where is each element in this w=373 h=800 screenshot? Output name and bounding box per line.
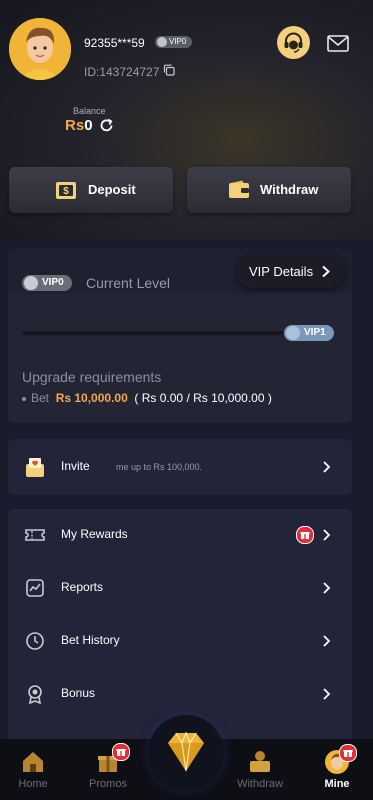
next-vip-badge: VIP1 [284,325,334,341]
chart-icon [26,579,44,597]
nav-promos[interactable]: Promos [80,739,136,800]
chevron-right-icon [323,582,331,594]
username: 92355***59 [84,36,145,50]
history-icon [26,632,44,650]
menu-item-bonus[interactable]: Bonus [8,668,352,720]
vip-coin-icon [157,37,167,47]
withdraw-label: Withdraw [260,182,319,197]
nav-withdraw[interactable]: Withdraw [232,739,288,800]
home-icon [23,752,43,772]
balance-amount: 0 [84,117,93,134]
bet-amount: Rs 10,000.00 [55,391,128,405]
chevron-right-icon [323,635,331,647]
vip-level-card: VIP0 Current Level VIP Details VIP1 Upgr… [8,249,352,423]
chevron-right-icon [323,461,331,473]
vip-coin-icon [286,326,300,340]
profile-header: 92355***59 VIP0 ID:143724727 Balance Rs0 [0,0,373,240]
menu-item-my-rewards[interactable]: My Rewards [8,509,352,561]
vip-coin-icon [24,276,38,290]
menu-panel: My Rewards Reports Bet History Bonus [8,509,352,749]
diamond-icon [168,731,204,772]
svg-text:$: $ [63,186,69,197]
deposit-label: Deposit [88,182,136,197]
withdraw-button[interactable]: Withdraw [187,167,351,213]
wallet-icon [229,180,249,198]
nav-home[interactable]: Home [5,739,61,800]
chevron-right-icon [322,265,330,278]
current-vip-badge: VIP0 [22,275,72,291]
vip-details-button[interactable]: VIP Details [237,254,346,288]
ticket-icon [25,529,45,541]
avatar[interactable] [9,18,71,80]
chevron-right-icon [323,688,331,700]
nav-home-label: Home [18,778,48,790]
balance-currency: Rs [65,117,85,134]
menu-item-label: My Rewards [61,527,128,541]
menu-item-reports[interactable]: Reports [8,562,352,614]
menu-item-label: Bet History [61,633,120,647]
copy-icon[interactable] [163,64,175,76]
deposit-button[interactable]: $ Deposit [9,167,173,213]
balance-value: Rs0 [65,117,93,134]
bet-label: Bet [31,391,50,405]
vip-progress-bar [22,331,284,335]
menu-item-label: Bonus [61,686,96,700]
mail-icon[interactable] [325,30,351,56]
bullet-dot [22,396,26,401]
vip-badge: VIP0 [155,36,193,48]
vip-details-label: VIP Details [249,264,314,279]
deposit-icon: $ [56,182,76,199]
nav-mine[interactable]: Mine [309,739,365,800]
gift-badge-icon [296,526,314,544]
withdraw-nav-icon [250,751,270,772]
invite-row[interactable]: Invite me up to Rs 100,000. [8,441,352,493]
nav-promos-label: Promos [89,778,127,790]
next-vip-label: VIP1 [304,327,326,338]
upgrade-requirements-title: Upgrade requirements [22,369,162,385]
promo-badge-icon [112,743,130,761]
medal-icon [28,685,42,705]
invite-label: Invite [61,459,90,473]
user-id: ID:143724727 [84,65,160,79]
bet-range: ( Rs 0.00 / Rs 10,000.00 ) [134,391,272,405]
current-level-label: Current Level [86,275,171,291]
chevron-right-icon [323,529,331,541]
customer-support-icon[interactable] [277,26,310,59]
invite-marquee: me up to Rs 100,000. [116,462,203,472]
invite-envelope-icon [26,458,44,477]
current-vip-label: VIP0 [42,277,64,288]
menu-item-label: Reports [61,580,104,594]
bet-requirement: Bet Rs 10,000.00 ( Rs 0.00 / Rs 10,000.0… [22,391,272,405]
invite-panel[interactable]: Invite me up to Rs 100,000. [8,439,352,495]
vip-badge-label: VIP0 [169,37,187,46]
refresh-icon[interactable] [98,117,115,134]
nav-withdraw-label: Withdraw [237,778,283,790]
menu-item-bet-history[interactable]: Bet History [8,615,352,667]
nav-mine-label: Mine [324,778,350,790]
center-diamond-button[interactable] [148,715,224,791]
mine-badge-icon [339,744,357,762]
balance-label: Balance [73,106,106,116]
